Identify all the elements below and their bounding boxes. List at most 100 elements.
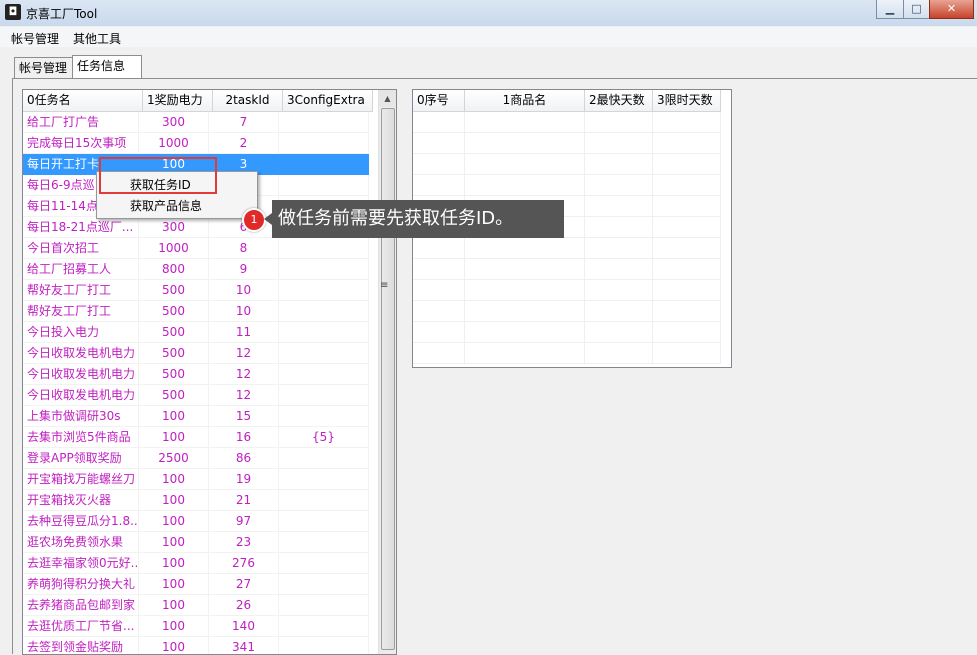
task-name-cell: 去种豆得豆瓜分1.8...	[23, 511, 139, 532]
menu-bar: 帐号管理 其他工具	[0, 27, 977, 47]
reward-power-cell: 100	[139, 616, 209, 637]
reward-power-cell: 100	[139, 469, 209, 490]
column-header-index[interactable]: 0序号	[413, 90, 465, 111]
table-row[interactable]: 今日收取发电机电力 500 12	[23, 385, 369, 406]
task-name-cell: 去养猪商品包邮到家	[23, 595, 139, 616]
column-header-fastest-days[interactable]: 2最快天数	[585, 90, 653, 111]
context-menu-get-product-info[interactable]: 获取产品信息	[97, 195, 257, 217]
table-row[interactable]: 去逛幸福家领0元好... 100 276	[23, 553, 369, 574]
table-row[interactable]: 去种豆得豆瓜分1.8... 100 97	[23, 511, 369, 532]
table-row[interactable]: 今日收取发电机电力 500 12	[23, 364, 369, 385]
task-id-cell: 11	[209, 322, 279, 343]
task-name-cell: 给工厂打广告	[23, 112, 139, 133]
table-row[interactable]: 开宝箱找灭火器 100 21	[23, 490, 369, 511]
config-extra-cell	[279, 343, 369, 364]
task-list-header: 0任务名 1奖励电力 2taskId 3ConfigExtra	[23, 90, 373, 112]
config-extra-cell	[279, 553, 369, 574]
menu-account-management[interactable]: 帐号管理	[11, 30, 59, 47]
task-name-cell: 上集市做调研30s	[23, 406, 139, 427]
config-extra-cell	[279, 322, 369, 343]
column-header-limited-days[interactable]: 3限时天数	[653, 90, 721, 111]
task-id-cell: 8	[209, 238, 279, 259]
table-row[interactable]: 帮好友工厂打工 500 10	[23, 301, 369, 322]
empty-grid-row	[413, 154, 721, 175]
scroll-up-arrow-icon[interactable]: ▲	[379, 90, 396, 107]
splitter-grip-icon[interactable]: ≡	[380, 280, 388, 291]
product-list-header: 0序号 1商品名 2最快天数 3限时天数	[413, 90, 721, 112]
reward-power-cell: 1000	[139, 133, 209, 154]
config-extra-cell	[279, 637, 369, 654]
table-row[interactable]: 给工厂打广告 300 7	[23, 112, 369, 133]
table-row[interactable]: 今日收取发电机电力 500 12	[23, 343, 369, 364]
task-id-cell: 276	[209, 553, 279, 574]
task-list-scrollbar[interactable]: ▲	[378, 90, 396, 654]
config-extra-cell	[279, 301, 369, 322]
reward-power-cell: 500	[139, 364, 209, 385]
table-row[interactable]: 开宝箱找万能螺丝刀 100 19	[23, 469, 369, 490]
task-id-cell: 12	[209, 385, 279, 406]
tab-task-info[interactable]: 任务信息	[72, 55, 142, 79]
task-name-cell: 养萌狗得积分换大礼	[23, 574, 139, 595]
menu-other-tools[interactable]: 其他工具	[73, 30, 121, 47]
task-name-cell: 完成每日15次事项	[23, 133, 139, 154]
config-extra-cell	[279, 364, 369, 385]
reward-power-cell: 300	[139, 112, 209, 133]
table-row[interactable]: 帮好友工厂打工 500 10	[23, 280, 369, 301]
empty-grid-row	[413, 301, 721, 322]
table-row[interactable]: 完成每日15次事项 1000 2	[23, 133, 369, 154]
empty-grid-row	[413, 322, 721, 343]
table-row[interactable]: 今日首次招工 1000 8	[23, 238, 369, 259]
task-name-cell: 去逛优质工厂节省...	[23, 616, 139, 637]
empty-grid-row	[413, 280, 721, 301]
scrollbar-thumb[interactable]	[381, 108, 395, 650]
empty-grid-row	[413, 238, 721, 259]
task-name-cell: 帮好友工厂打工	[23, 280, 139, 301]
table-row[interactable]: 去养猪商品包邮到家 100 26	[23, 595, 369, 616]
reward-power-cell: 100	[139, 637, 209, 654]
task-id-cell: 12	[209, 343, 279, 364]
empty-grid-row	[413, 175, 721, 196]
table-row[interactable]: 逛农场免费领水果 100 23	[23, 532, 369, 553]
table-row[interactable]: 今日投入电力 500 11	[23, 322, 369, 343]
table-row[interactable]: 登录APP领取奖励 2500 86	[23, 448, 369, 469]
app-icon: ◘	[5, 4, 21, 20]
column-header-task-id[interactable]: 2taskId	[213, 90, 283, 111]
config-extra-cell	[279, 574, 369, 595]
task-id-cell: 10	[209, 301, 279, 322]
task-id-cell: 10	[209, 280, 279, 301]
column-header-task-name[interactable]: 0任务名	[23, 90, 143, 111]
tab-account-management[interactable]: 帐号管理	[14, 57, 78, 78]
reward-power-cell: 500	[139, 385, 209, 406]
close-button[interactable]: ✕	[929, 0, 974, 19]
table-row[interactable]: 上集市做调研30s 100 15	[23, 406, 369, 427]
empty-grid-row	[413, 112, 721, 133]
reward-power-cell: 100	[139, 532, 209, 553]
config-extra-cell	[279, 280, 369, 301]
reward-power-cell: 100	[139, 511, 209, 532]
table-row[interactable]: 去签到领金贴奖励 100 341	[23, 637, 369, 654]
task-id-cell: 341	[209, 637, 279, 654]
minimize-button[interactable]: ▁	[876, 0, 904, 19]
reward-power-cell: 300	[139, 217, 209, 238]
config-extra-cell	[279, 448, 369, 469]
table-row[interactable]: 养萌狗得积分换大礼 100 27	[23, 574, 369, 595]
task-id-cell: 16	[209, 427, 279, 448]
task-id-cell: 23	[209, 532, 279, 553]
column-header-product-name[interactable]: 1商品名	[465, 90, 585, 111]
task-id-cell: 15	[209, 406, 279, 427]
task-name-cell: 今日收取发电机电力	[23, 343, 139, 364]
task-name-cell: 去签到领金贴奖励	[23, 637, 139, 654]
empty-grid-row	[413, 133, 721, 154]
reward-power-cell: 500	[139, 280, 209, 301]
column-header-reward-power[interactable]: 1奖励电力	[143, 90, 213, 111]
maximize-button[interactable]: □	[903, 0, 930, 19]
table-row[interactable]: 给工厂招募工人 800 9	[23, 259, 369, 280]
config-extra-cell	[279, 406, 369, 427]
table-row[interactable]: 去集市浏览5件商品 100 16 {5}	[23, 427, 369, 448]
task-id-cell: 19	[209, 469, 279, 490]
reward-power-cell: 100	[139, 595, 209, 616]
table-row[interactable]: 去逛优质工厂节省... 100 140	[23, 616, 369, 637]
column-header-config-extra[interactable]: 3ConfigExtra	[283, 90, 373, 111]
window-title: 京喜工厂Tool	[26, 7, 98, 21]
task-id-cell: 27	[209, 574, 279, 595]
